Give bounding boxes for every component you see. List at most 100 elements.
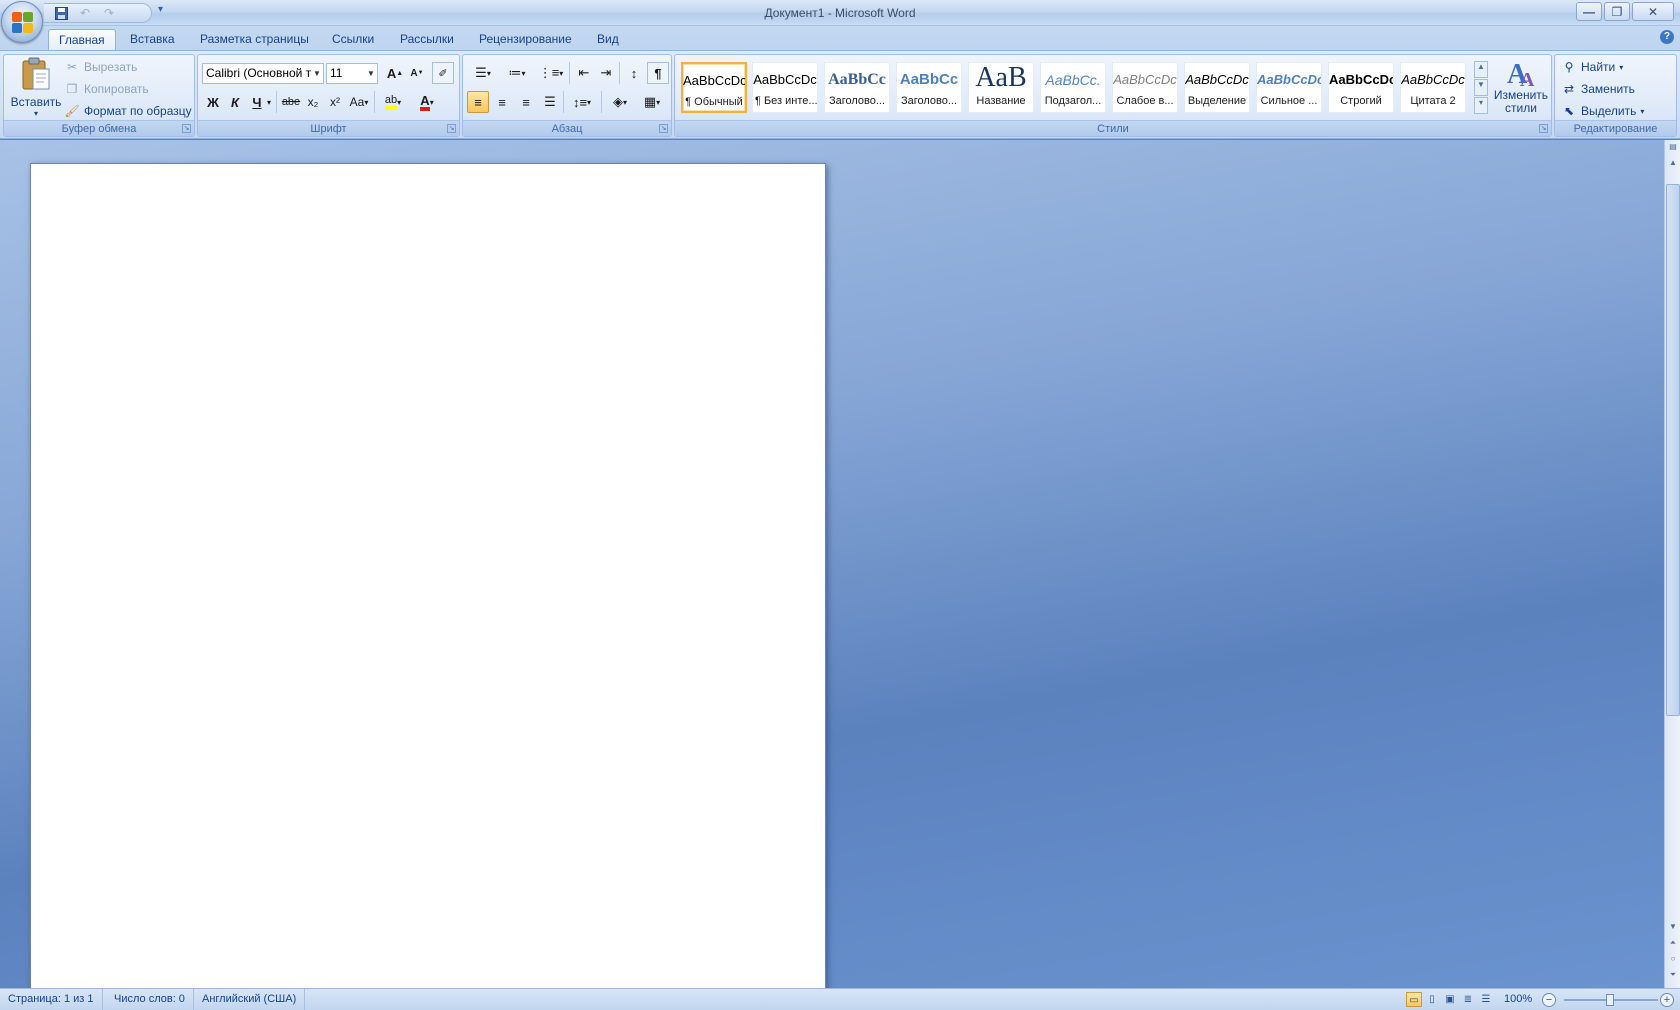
gallery-scroll-down-icon[interactable]: ▼ (1474, 79, 1488, 96)
shrink-font-button[interactable]: A ▼ (406, 62, 428, 84)
word-count-status[interactable]: Число слов: 0 (106, 989, 194, 1010)
scroll-up-icon[interactable]: ▲ (1666, 156, 1680, 170)
zoom-level[interactable]: 100% (1504, 989, 1532, 1010)
grow-font-button[interactable]: A ▲ (384, 62, 406, 84)
outline-view-icon[interactable]: ≣ (1460, 992, 1476, 1007)
clear-formatting-button[interactable]: ✐ (432, 62, 454, 84)
gallery-more-icon[interactable]: ▾ (1474, 97, 1488, 114)
show-marks-button[interactable]: ¶ (647, 62, 669, 84)
tab-review[interactable]: Рецензирование (469, 29, 582, 50)
subscript-button[interactable]: x₂ (302, 91, 324, 113)
dialog-launcher-icon[interactable]: ↘ (447, 124, 456, 133)
style-no-spacing[interactable]: AaBbCcDc ¶ Без инте... (752, 62, 818, 113)
justify-icon: ☰ (544, 94, 556, 109)
style-intense-emphasis[interactable]: AaBbCcDc Сильное ... (1256, 62, 1322, 113)
save-icon[interactable] (52, 5, 70, 21)
zoom-out-icon[interactable]: − (1542, 993, 1556, 1007)
previous-page-icon[interactable]: ⏶ (1666, 936, 1680, 950)
style-heading-1[interactable]: AaBbCc Заголово... (824, 62, 890, 113)
paste-button[interactable]: Вставить ▾ (8, 57, 64, 119)
dialog-launcher-icon[interactable]: ↘ (182, 124, 191, 133)
close-button[interactable]: ✕ (1632, 2, 1674, 21)
font-size-combo[interactable]: 11 ▼ (326, 63, 378, 84)
select-button[interactable]: ⬉ Выделить ▾ (1561, 101, 1644, 121)
page-count-status[interactable]: Страница: 1 из 1 (0, 989, 103, 1010)
document-page[interactable] (30, 163, 826, 988)
borders-button[interactable]: ▦ ▾ (637, 91, 667, 113)
draft-view-icon[interactable]: ☰ (1478, 992, 1494, 1007)
format-painter-button[interactable]: 🖌 Формат по образцу (64, 101, 191, 121)
undo-icon[interactable]: ↶ (76, 5, 94, 21)
tab-mailings[interactable]: Рассылки (390, 29, 464, 50)
vertical-scrollbar[interactable]: ▤ ▲ ▼ ⏶ ○ ⏷ (1664, 140, 1680, 988)
ruler-toggle-icon[interactable]: ▤ (1666, 140, 1680, 154)
style-name: Цитата 2 (1410, 95, 1456, 107)
sort-button[interactable]: ↕ (623, 62, 645, 84)
font-color-button[interactable]: A ▾ (412, 91, 442, 113)
line-spacing-button[interactable]: ↕≡ ▾ (567, 91, 597, 113)
browse-object-icon[interactable]: ○ (1666, 952, 1680, 966)
italic-button[interactable]: К (224, 91, 246, 113)
change-styles-button[interactable]: A A Изменить стили (1493, 57, 1549, 119)
decrease-indent-button[interactable]: ⇤ (573, 62, 595, 84)
style-subtle-emphasis[interactable]: AaBbCcDc Слабое в... (1112, 62, 1178, 113)
align-center-button[interactable]: ≡ (491, 91, 513, 113)
customize-qat-button[interactable]: ▾ (158, 4, 163, 15)
style-normal[interactable]: AaBbCcDc ¶ Обычный (681, 62, 747, 113)
copy-button[interactable]: ❐ Копировать (64, 79, 149, 99)
find-button[interactable]: ⚲ Найти ▾ (1561, 57, 1624, 77)
full-screen-reading-icon[interactable]: ▯ (1424, 992, 1440, 1007)
align-left-button[interactable]: ≡ (467, 91, 489, 113)
style-subtitle[interactable]: AaBbCc. Подзагол... (1040, 62, 1106, 113)
tab-home[interactable]: Главная (48, 29, 116, 50)
superscript-button[interactable]: x² (324, 91, 346, 113)
style-heading-2[interactable]: AaBbCc Заголово... (896, 62, 962, 113)
highlight-button[interactable]: ab ▾ (378, 91, 408, 113)
maximize-button[interactable]: ❐ (1604, 2, 1630, 21)
tab-references[interactable]: Ссылки (322, 29, 384, 50)
gallery-scroll-up-icon[interactable]: ▲ (1474, 61, 1488, 78)
next-page-icon[interactable]: ⏷ (1666, 968, 1680, 982)
replace-button[interactable]: ⇄ Заменить (1561, 79, 1635, 99)
scrollbar-thumb[interactable] (1666, 184, 1680, 716)
group-label-editing: Редактирование (1555, 120, 1676, 136)
align-right-button[interactable]: ≡ (515, 91, 537, 113)
zoom-in-icon[interactable]: + (1660, 993, 1674, 1007)
style-title[interactable]: AaB Название (968, 62, 1034, 113)
tab-page-layout[interactable]: Разметка страницы (190, 29, 319, 50)
increase-indent-button[interactable]: ⇥ (595, 62, 617, 84)
language-status[interactable]: Английский (США) (194, 989, 306, 1010)
chevron-down-icon: ▾ (1640, 106, 1645, 116)
style-strong[interactable]: AaBbCcDc Строгий (1328, 62, 1394, 113)
office-button[interactable] (1, 1, 43, 43)
font-name-combo[interactable]: Calibri (Основной те ▼ (202, 63, 324, 84)
multilevel-list-button[interactable]: ⋮≡ ▾ (535, 62, 567, 84)
bullets-button[interactable]: ☰ ▾ (467, 62, 499, 84)
cut-button[interactable]: ✂ Вырезать (64, 57, 137, 77)
chevron-down-icon[interactable]: ▼ (365, 64, 377, 83)
style-sample: AaBbCc. (1045, 72, 1101, 88)
style-quote-2[interactable]: AaBbCcDc Цитата 2 (1400, 62, 1466, 113)
scroll-down-icon[interactable]: ▼ (1666, 920, 1680, 934)
web-layout-icon[interactable]: ▣ (1442, 992, 1458, 1007)
print-layout-icon[interactable]: ▭ (1406, 992, 1422, 1007)
bold-button[interactable]: Ж (202, 91, 224, 113)
style-emphasis[interactable]: AaBbCcDc Выделение (1184, 62, 1250, 113)
shading-button[interactable]: ◈ ▾ (605, 91, 635, 113)
minimize-button[interactable]: — (1576, 2, 1602, 21)
numbering-button[interactable]: ≔ ▾ (501, 62, 533, 84)
chevron-down-icon[interactable]: ▾ (264, 91, 274, 113)
font-name-value: Calibri (Основной те (206, 66, 318, 80)
change-case-button[interactable]: Aa ▾ (348, 91, 370, 113)
tab-insert[interactable]: Вставка (120, 29, 185, 50)
justify-button[interactable]: ☰ (539, 91, 561, 113)
dialog-launcher-icon[interactable]: ↘ (1539, 124, 1548, 133)
help-icon[interactable]: ? (1660, 30, 1674, 44)
zoom-slider-thumb[interactable] (1606, 994, 1614, 1006)
redo-icon[interactable]: ↷ (100, 5, 118, 21)
chevron-down-icon[interactable]: ▼ (311, 64, 323, 83)
zoom-slider[interactable] (1564, 994, 1658, 1006)
strikethrough-button[interactable]: abe (280, 91, 302, 113)
tab-view[interactable]: Вид (587, 29, 629, 50)
dialog-launcher-icon[interactable]: ↘ (659, 124, 668, 133)
